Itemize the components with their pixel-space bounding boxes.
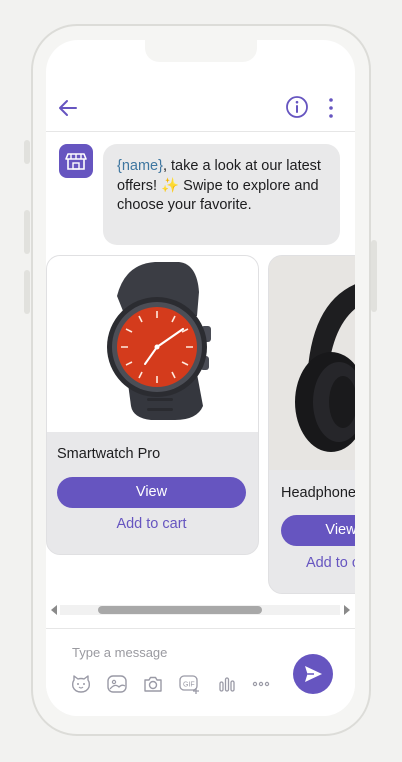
message-bubble: {name}, take a look at our latest offers… — [103, 144, 340, 245]
info-circle-icon[interactable] — [284, 94, 310, 120]
sticker-icon[interactable] — [106, 673, 128, 695]
product-title: Smartwatch Pro — [57, 446, 161, 462]
view-button[interactable]: View — [281, 515, 355, 546]
side-button — [24, 140, 30, 164]
scroll-thumb[interactable] — [98, 606, 262, 614]
chart-icon[interactable] — [216, 673, 238, 695]
side-button — [24, 210, 30, 254]
send-icon — [305, 666, 322, 682]
side-button — [24, 270, 30, 314]
scroll-left-arrow[interactable] — [51, 605, 57, 615]
product-title: Headphones — [281, 485, 355, 501]
headphones-image — [269, 256, 355, 470]
smartwatch-image — [47, 256, 258, 432]
chat-header — [46, 84, 355, 132]
product-card: Headphones View Add to cart — [268, 255, 355, 594]
svg-text:GIF: GIF — [183, 682, 195, 689]
scroll-right-arrow[interactable] — [344, 605, 350, 615]
phone-notch — [145, 40, 257, 62]
more-horizontal-icon[interactable] — [250, 673, 272, 695]
name-placeholder: {name} — [117, 158, 163, 174]
product-card: Smartwatch Pro View Add to cart — [46, 255, 259, 555]
vertical-dots-icon[interactable] — [325, 96, 337, 120]
chat-screen: {name}, take a look at our latest offers… — [46, 40, 355, 716]
message-input[interactable] — [72, 642, 272, 662]
sparkle-emoji: ✨ — [161, 177, 180, 194]
send-button[interactable] — [293, 654, 333, 694]
gif-icon[interactable]: GIF — [178, 673, 200, 695]
add-to-cart-link[interactable]: Add to cart — [281, 555, 355, 571]
view-button[interactable]: View — [57, 477, 246, 508]
add-to-cart-link[interactable]: Add to cart — [57, 516, 246, 532]
storefront-icon — [59, 144, 93, 178]
emoji-icon[interactable] — [70, 673, 92, 695]
arrow-left-icon[interactable] — [56, 96, 80, 120]
message-composer: GIF — [46, 628, 355, 716]
side-button — [371, 240, 377, 312]
camera-icon[interactable] — [142, 673, 164, 695]
carousel-scrollbar[interactable] — [48, 602, 353, 618]
product-carousel[interactable]: Smartwatch Pro View Add to cart Headphon… — [46, 254, 355, 604]
